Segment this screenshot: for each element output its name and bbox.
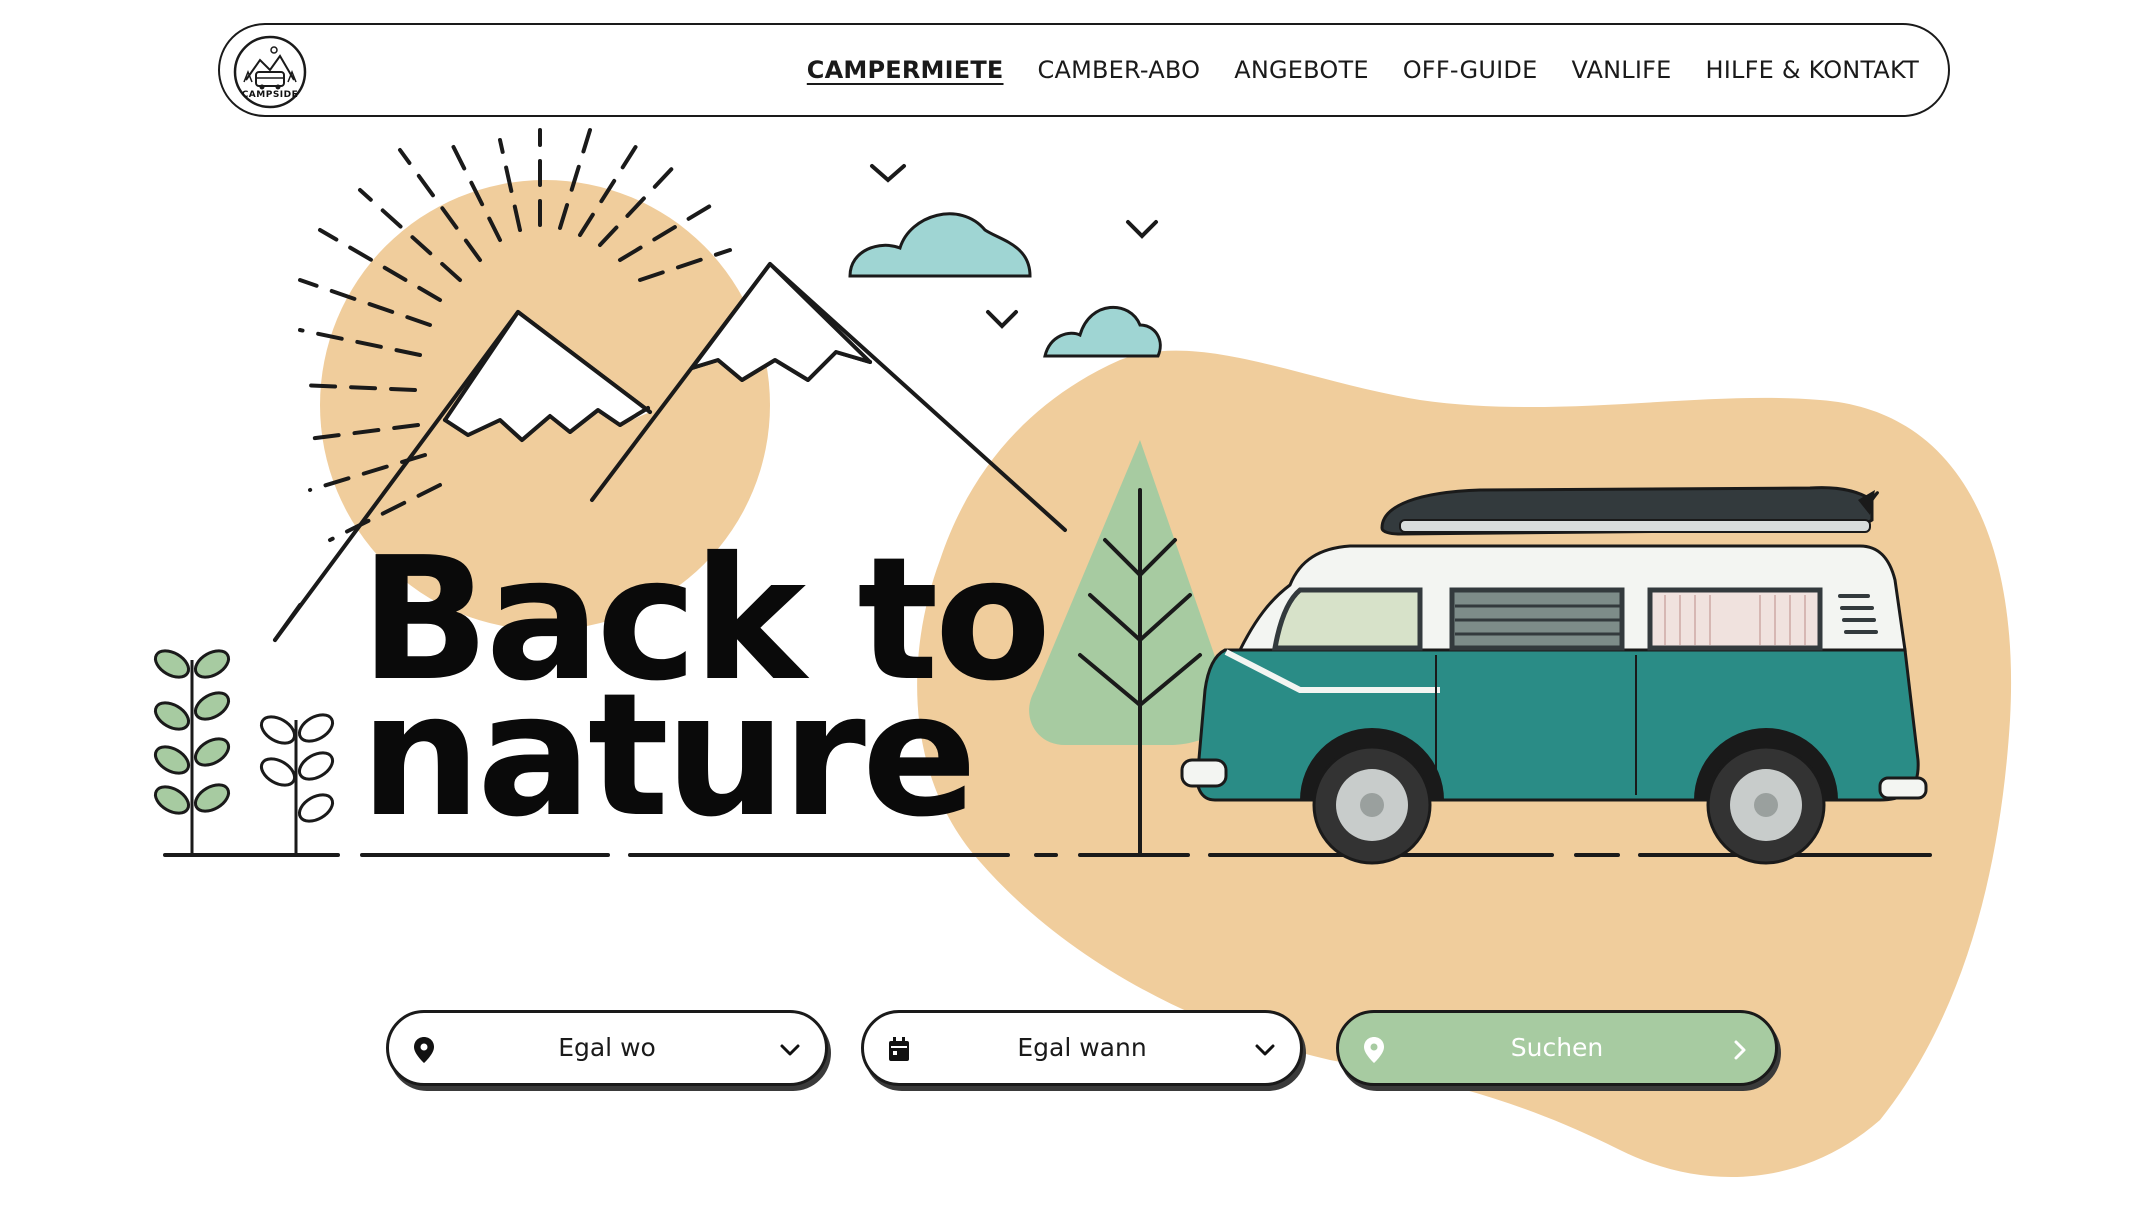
date-select-value: Egal wann xyxy=(1017,1033,1147,1062)
map-pin-icon xyxy=(1364,1037,1384,1063)
nav-item-hilfe-kontakt[interactable]: HILFE & KONTAKT xyxy=(1689,56,1936,84)
search-button-label: Suchen xyxy=(1510,1033,1604,1062)
search-button[interactable]: Suchen xyxy=(1336,1010,1778,1086)
nav-item-campermiete[interactable]: CAMPERMIETE xyxy=(790,56,1021,84)
location-select[interactable]: Egal wo xyxy=(386,1010,828,1086)
hero-headline: Back to nature xyxy=(360,535,1051,855)
campside-logo[interactable]: CAMPSIDE xyxy=(232,34,308,110)
hero-headline-line-2: nature xyxy=(360,657,977,855)
location-select-value: Egal wo xyxy=(558,1033,656,1062)
landing-page: CAMPSIDE CAMPERMIETE CAMBER-ABO ANGEBOTE… xyxy=(0,0,2154,1209)
sprouts xyxy=(153,649,335,855)
map-pin-icon xyxy=(414,1037,434,1063)
top-navbar: CAMPSIDE CAMPERMIETE CAMBER-ABO ANGEBOTE… xyxy=(218,23,1950,117)
search-bar: Egal wo Egal wann Suchen xyxy=(0,1010,2154,1092)
logo-wordmark: CAMPSIDE xyxy=(241,90,299,100)
nav-item-vanlife[interactable]: VANLIFE xyxy=(1554,56,1688,84)
nav-item-angebote[interactable]: ANGEBOTE xyxy=(1217,56,1386,84)
nav-item-camber-abo[interactable]: CAMBER-ABO xyxy=(1021,56,1218,84)
clouds xyxy=(848,212,1162,358)
chevron-down-icon xyxy=(780,1044,800,1056)
calendar-icon xyxy=(889,1037,909,1061)
nav-item-off-guide[interactable]: OFF-GUIDE xyxy=(1386,56,1555,84)
chevron-down-icon xyxy=(1255,1044,1275,1056)
chevron-right-icon xyxy=(1734,1040,1746,1060)
date-select[interactable]: Egal wann xyxy=(861,1010,1303,1086)
nav-links: CAMPERMIETE CAMBER-ABO ANGEBOTE OFF-GUID… xyxy=(790,25,1936,115)
